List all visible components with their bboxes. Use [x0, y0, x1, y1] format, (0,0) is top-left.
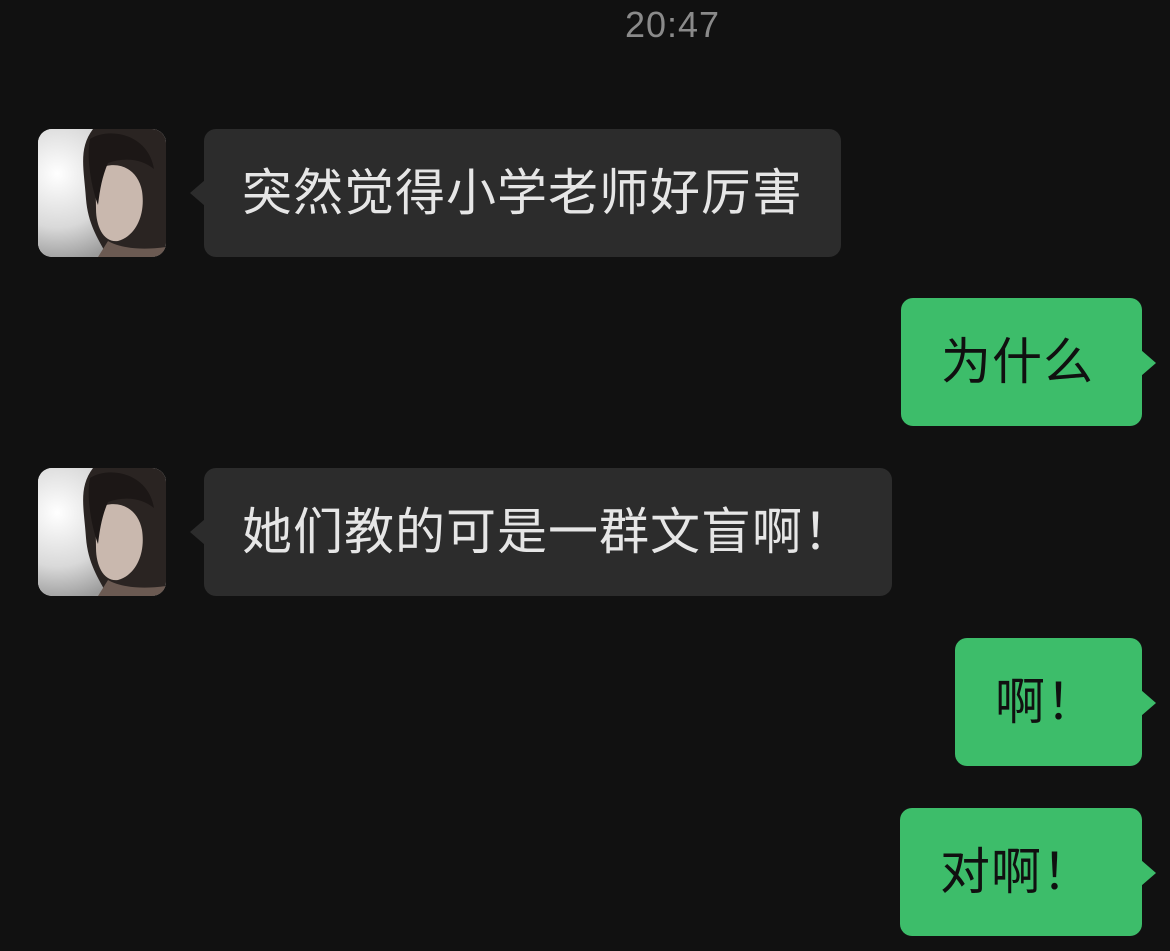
avatar-image: [38, 468, 166, 596]
message-bubble-outgoing[interactable]: 啊！: [955, 638, 1142, 766]
message-bubble-incoming[interactable]: 突然觉得小学老师好厉害: [204, 129, 841, 257]
bubble-tail: [190, 180, 205, 206]
message-bubble-incoming[interactable]: 她们教的可是一群文盲啊！: [204, 468, 892, 596]
contact-avatar[interactable]: [38, 129, 166, 257]
message-bubble-outgoing[interactable]: 对啊！: [900, 808, 1142, 936]
bubble-tail: [1141, 350, 1156, 376]
bubble-tail: [190, 519, 205, 545]
chat-timestamp: 20:47: [624, 4, 721, 45]
contact-avatar[interactable]: [38, 468, 166, 596]
message-bubble-outgoing[interactable]: 为什么: [901, 298, 1142, 426]
avatar-image: [38, 129, 166, 257]
bubble-tail: [1141, 690, 1156, 716]
bubble-tail: [1141, 860, 1156, 886]
